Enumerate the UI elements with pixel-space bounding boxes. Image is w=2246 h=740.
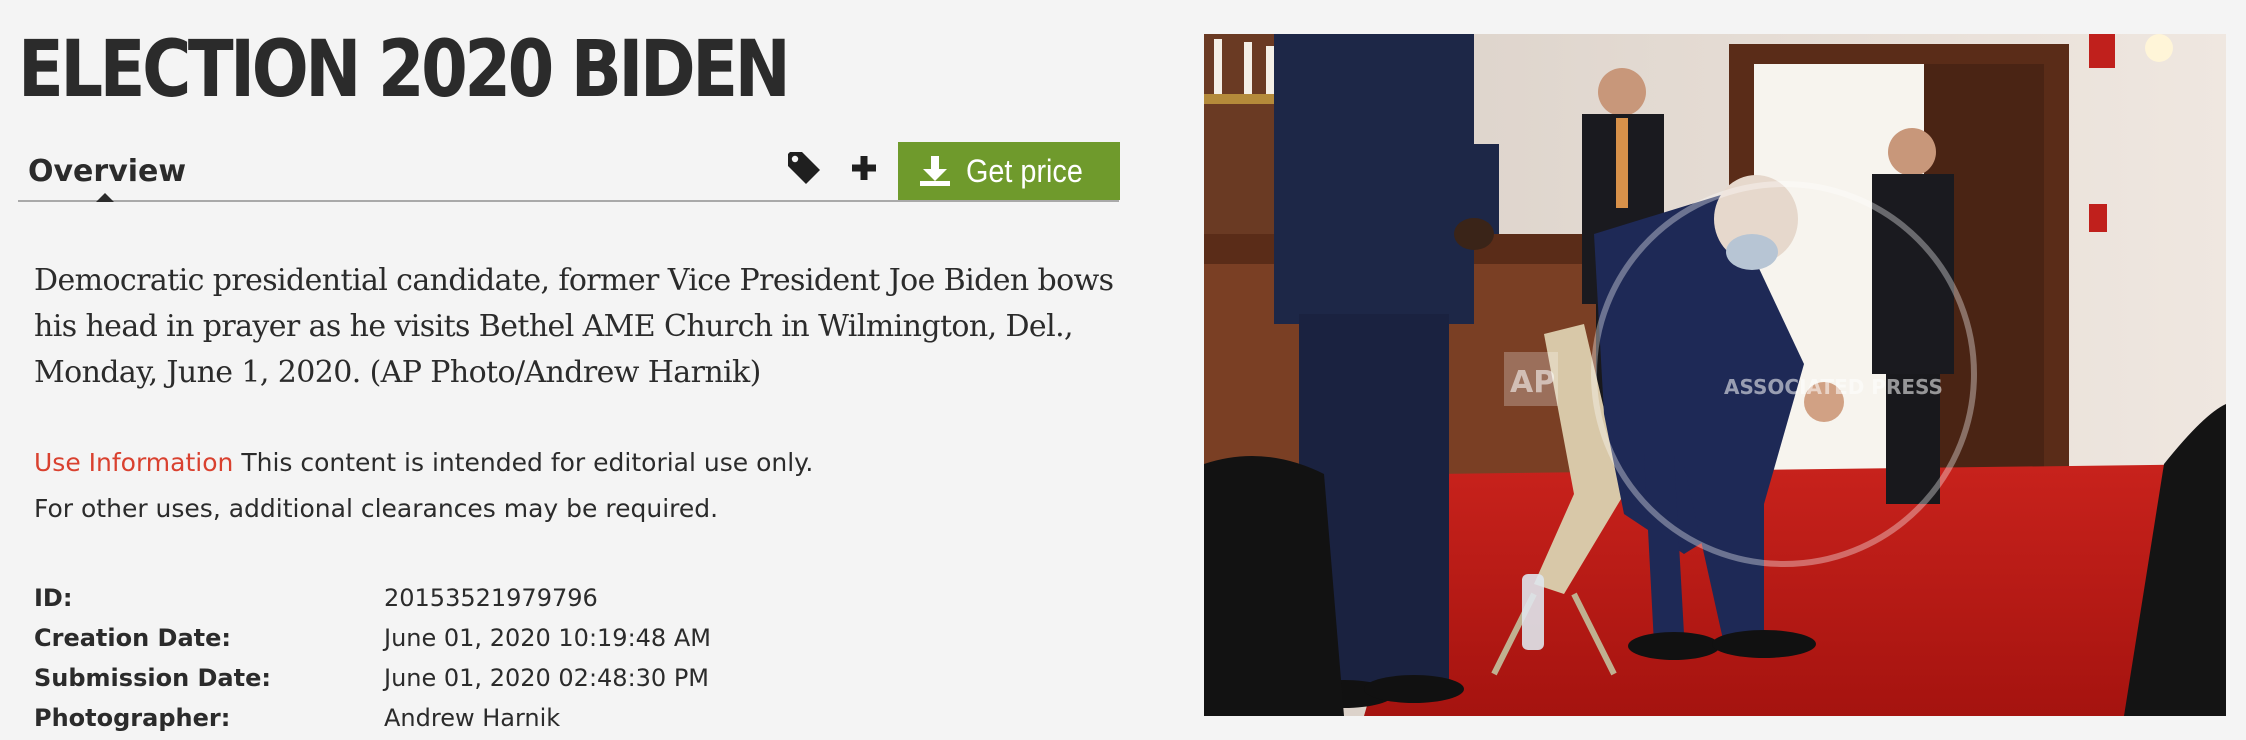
metadata-row-submission-date: Submission Date: June 01, 2020 02:48:30 … — [34, 658, 1034, 698]
get-price-label: Get price — [966, 152, 1083, 189]
metadata-row-photographer: Photographer: Andrew Harnik — [34, 698, 1034, 738]
metadata-row-creation-date: Creation Date: June 01, 2020 10:19:48 AM — [34, 618, 1034, 658]
metadata-value: Andrew Harnik — [384, 704, 561, 732]
metadata-key: Photographer: — [34, 704, 231, 732]
tab-overview[interactable]: Overview — [28, 154, 186, 189]
plus-icon[interactable] — [844, 148, 884, 188]
tag-icon[interactable] — [784, 148, 824, 188]
metadata-value: June 01, 2020 10:19:48 AM — [384, 624, 711, 652]
metadata-row-id: ID: 20153521979796 — [34, 578, 1034, 618]
photo-caption: Democratic presidential candidate, forme… — [34, 263, 1114, 390]
metadata-value: 20153521979796 — [384, 584, 598, 612]
watermark-text: ASSOCIATED PRESS — [1724, 375, 1943, 399]
active-tab-indicator — [96, 193, 114, 202]
use-information-line1: This content is intended for editorial u… — [241, 448, 814, 477]
metadata-key: Creation Date: — [34, 624, 232, 652]
metadata-value: June 01, 2020 02:48:30 PM — [384, 664, 709, 692]
use-information: Use Information This content is intended… — [34, 440, 1034, 532]
use-information-link[interactable]: Use Information — [34, 448, 233, 477]
page-title: ELECTION 2020 BIDEN — [18, 25, 791, 115]
tab-bar: Overview Get price — [18, 140, 1120, 202]
watermark-logo: AP — [1510, 365, 1555, 400]
photo-carpet — [1364, 464, 2226, 716]
download-icon — [918, 154, 952, 188]
use-information-line2: For other uses, additional clearances ma… — [34, 494, 719, 523]
metadata-key: Submission Date: — [34, 664, 271, 692]
metadata-list: ID: 20153521979796 Creation Date: June 0… — [34, 578, 1034, 738]
get-price-button[interactable]: Get price — [898, 142, 1120, 200]
metadata-key: ID: — [34, 584, 73, 612]
news-photo[interactable]: AP ASSOCIATED PRESS — [1204, 34, 2226, 716]
